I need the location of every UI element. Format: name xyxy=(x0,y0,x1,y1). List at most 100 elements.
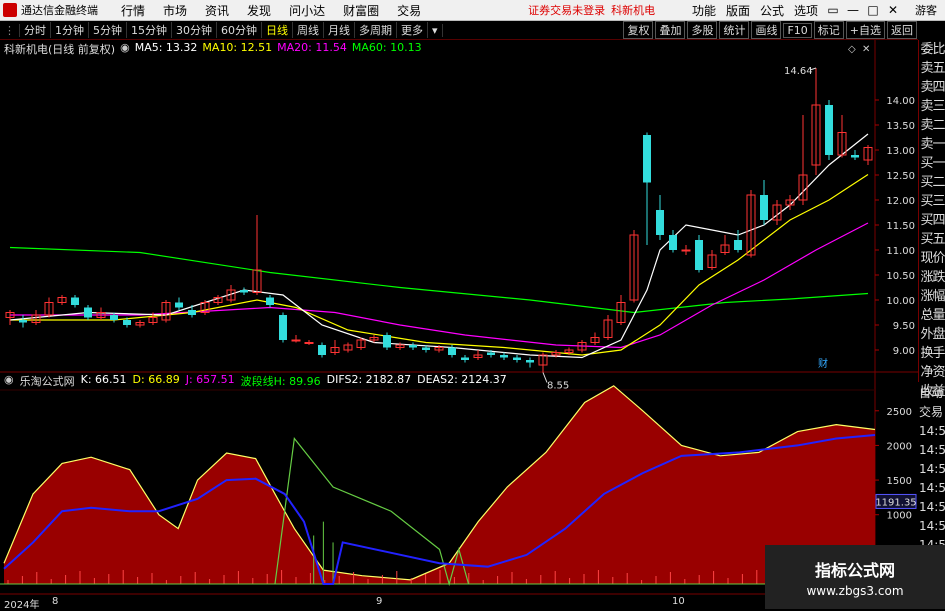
watermark: 指标公式网 www.zbgs3.com xyxy=(765,545,945,609)
trade-item-1: 交易 xyxy=(919,405,944,419)
candle-body-18 xyxy=(240,290,248,293)
candle-body-50 xyxy=(656,210,664,235)
candle-body-22 xyxy=(291,339,301,342)
price-tick-label-4: 12.00 xyxy=(886,196,915,207)
sub-tick-label-1: 2000 xyxy=(887,441,912,452)
candle-body-37 xyxy=(487,352,495,355)
trade-item-7: 14:56 xyxy=(919,519,945,533)
sub-deas2: DEAS2: 2124.37 xyxy=(417,373,507,386)
candle-body-20 xyxy=(266,297,274,305)
date-month-10: 10 xyxy=(672,596,685,607)
quote-sidebar: 委比 卖五 卖四 卖三 卖二 卖一 买一 买二 买三 买四 买五 现价 涨跌 涨幅 总量 外盘 换手 净资 收益 xyxy=(918,40,945,399)
candle-body-21 xyxy=(279,315,287,340)
sub-boduan: 波段线H: 89.96 xyxy=(240,375,321,388)
price-tick-label-9: 9.50 xyxy=(893,321,915,332)
side-item-4[interactable]: 卖二 xyxy=(919,116,945,135)
side-item-5[interactable]: 卖一 xyxy=(919,135,945,154)
legend-settings-icon[interactable]: ◉ xyxy=(120,41,130,55)
main-legend: 科新机电(日线 前复权) ◉ MA5: 13.32 MA10: 12.51 MA… xyxy=(4,41,422,56)
candle-body-49 xyxy=(643,135,651,183)
side-item-6[interactable]: 买一 xyxy=(919,154,945,173)
trade-item-0: 自动 xyxy=(919,386,944,400)
candle-body-29 xyxy=(383,335,391,348)
sub-tick-label-3: 1000 xyxy=(887,511,912,522)
price-tick-label-2: 13.00 xyxy=(886,146,915,157)
price-tick-label-8: 10.00 xyxy=(886,296,915,307)
side-item-13[interactable]: 涨幅 xyxy=(919,287,945,306)
side-item-9[interactable]: 买四 xyxy=(919,211,945,230)
side-item-7[interactable]: 买二 xyxy=(919,173,945,192)
sub-tick-label-2: 1500 xyxy=(887,476,912,487)
date-month-9: 9 xyxy=(376,596,383,607)
date-month-8: 8 xyxy=(52,596,59,607)
side-item-16[interactable]: 换手 xyxy=(919,344,945,363)
sub-tick-label-0: 2500 xyxy=(887,407,912,418)
side-item-0[interactable]: 委比 xyxy=(919,40,945,59)
legend-ma20: MA20: 11.54 xyxy=(277,41,347,54)
candle-body-40 xyxy=(526,360,534,363)
candle-body-14 xyxy=(188,310,196,315)
candle-body-39 xyxy=(513,357,521,360)
diamond-icon: ◇ xyxy=(848,44,856,55)
candle-body-6 xyxy=(84,307,92,318)
candle-body-35 xyxy=(461,357,469,360)
side-item-2[interactable]: 卖四 xyxy=(919,78,945,97)
trade-item-4: 14:56 xyxy=(919,462,945,476)
legend-ma5: MA5: 13.32 xyxy=(134,41,198,54)
low-annotation: 8.55 xyxy=(547,381,569,392)
ma-line-ma60 xyxy=(9,246,869,314)
candle-body-1 xyxy=(19,320,27,323)
sub-difs2: DIFS2: 2182.87 xyxy=(326,373,412,386)
side-item-17[interactable]: 净资 xyxy=(919,363,945,382)
candle-body-38 xyxy=(500,355,508,358)
candle-body-5 xyxy=(71,297,79,305)
side-item-10[interactable]: 买五 xyxy=(919,230,945,249)
price-tick-label-10: 9.00 xyxy=(893,346,915,357)
candle-body-63 xyxy=(825,105,833,155)
price-tick-label-7: 10.50 xyxy=(886,271,915,282)
candle-body-13 xyxy=(175,302,183,308)
legend-ma10: MA10: 12.51 xyxy=(202,41,273,54)
low-arrow xyxy=(542,372,548,383)
candle-body-56 xyxy=(734,240,742,250)
price-tick-label-3: 12.50 xyxy=(886,171,915,182)
cai-marker: 财 xyxy=(818,357,828,370)
kline-chart[interactable]: 14.00 13.50 13.00 12.50 12.00 11.50 11.00 10.50… xyxy=(0,0,945,609)
candle-body-9 xyxy=(123,320,131,325)
watermark-url: www.zbgs3.com xyxy=(806,584,904,598)
sub-j: J: 657.51 xyxy=(185,373,235,386)
candle-body-52 xyxy=(681,249,691,252)
side-item-15[interactable]: 外盘 xyxy=(919,325,945,344)
sub-legend: ◉ 乐淘公式网 K: 66.51 D: 66.89 J: 657.51 波段线H… xyxy=(4,373,507,388)
high-annotation: 14.64 xyxy=(784,66,813,77)
watermark-title: 指标公式网 xyxy=(814,561,895,580)
price-tick-label-0: 14.00 xyxy=(886,96,915,107)
price-tick-label-6: 11.00 xyxy=(886,246,915,257)
trade-item-5: 14:56 xyxy=(919,481,945,495)
candle-body-65 xyxy=(851,155,859,158)
chart-title: 科新机电(日线 前复权) xyxy=(4,43,116,56)
candle-body-34 xyxy=(448,347,456,355)
sub-value-tag: 1191.35 xyxy=(875,497,916,508)
sub-k: K: 66.51 xyxy=(80,373,127,386)
side-item-8[interactable]: 买三 xyxy=(919,192,945,211)
price-tick-label-1: 13.50 xyxy=(886,121,915,132)
trade-item-3: 14:56 xyxy=(919,443,945,457)
trade-item-2: 14:56 xyxy=(919,424,945,438)
close-panel-icon: ✕ xyxy=(862,44,870,55)
price-tick-label-5: 11.50 xyxy=(886,221,915,232)
side-item-14[interactable]: 总量 xyxy=(919,306,945,325)
legend-ma60: MA60: 10.13 xyxy=(351,41,422,54)
sub-settings-icon[interactable]: ◉ xyxy=(4,373,14,387)
side-item-11[interactable]: 现价 xyxy=(919,249,945,268)
candle-body-32 xyxy=(422,347,430,350)
side-item-12[interactable]: 涨跌 xyxy=(919,268,945,287)
candle-body-23 xyxy=(304,342,314,344)
side-item-3[interactable]: 卖三 xyxy=(919,97,945,116)
candle-body-31 xyxy=(409,345,417,348)
candle-body-8 xyxy=(110,315,118,320)
ma-line-ma10 xyxy=(10,173,869,356)
sub-d: D: 66.89 xyxy=(132,373,180,386)
candle-body-24 xyxy=(318,345,326,355)
side-item-1[interactable]: 卖五 xyxy=(919,59,945,78)
